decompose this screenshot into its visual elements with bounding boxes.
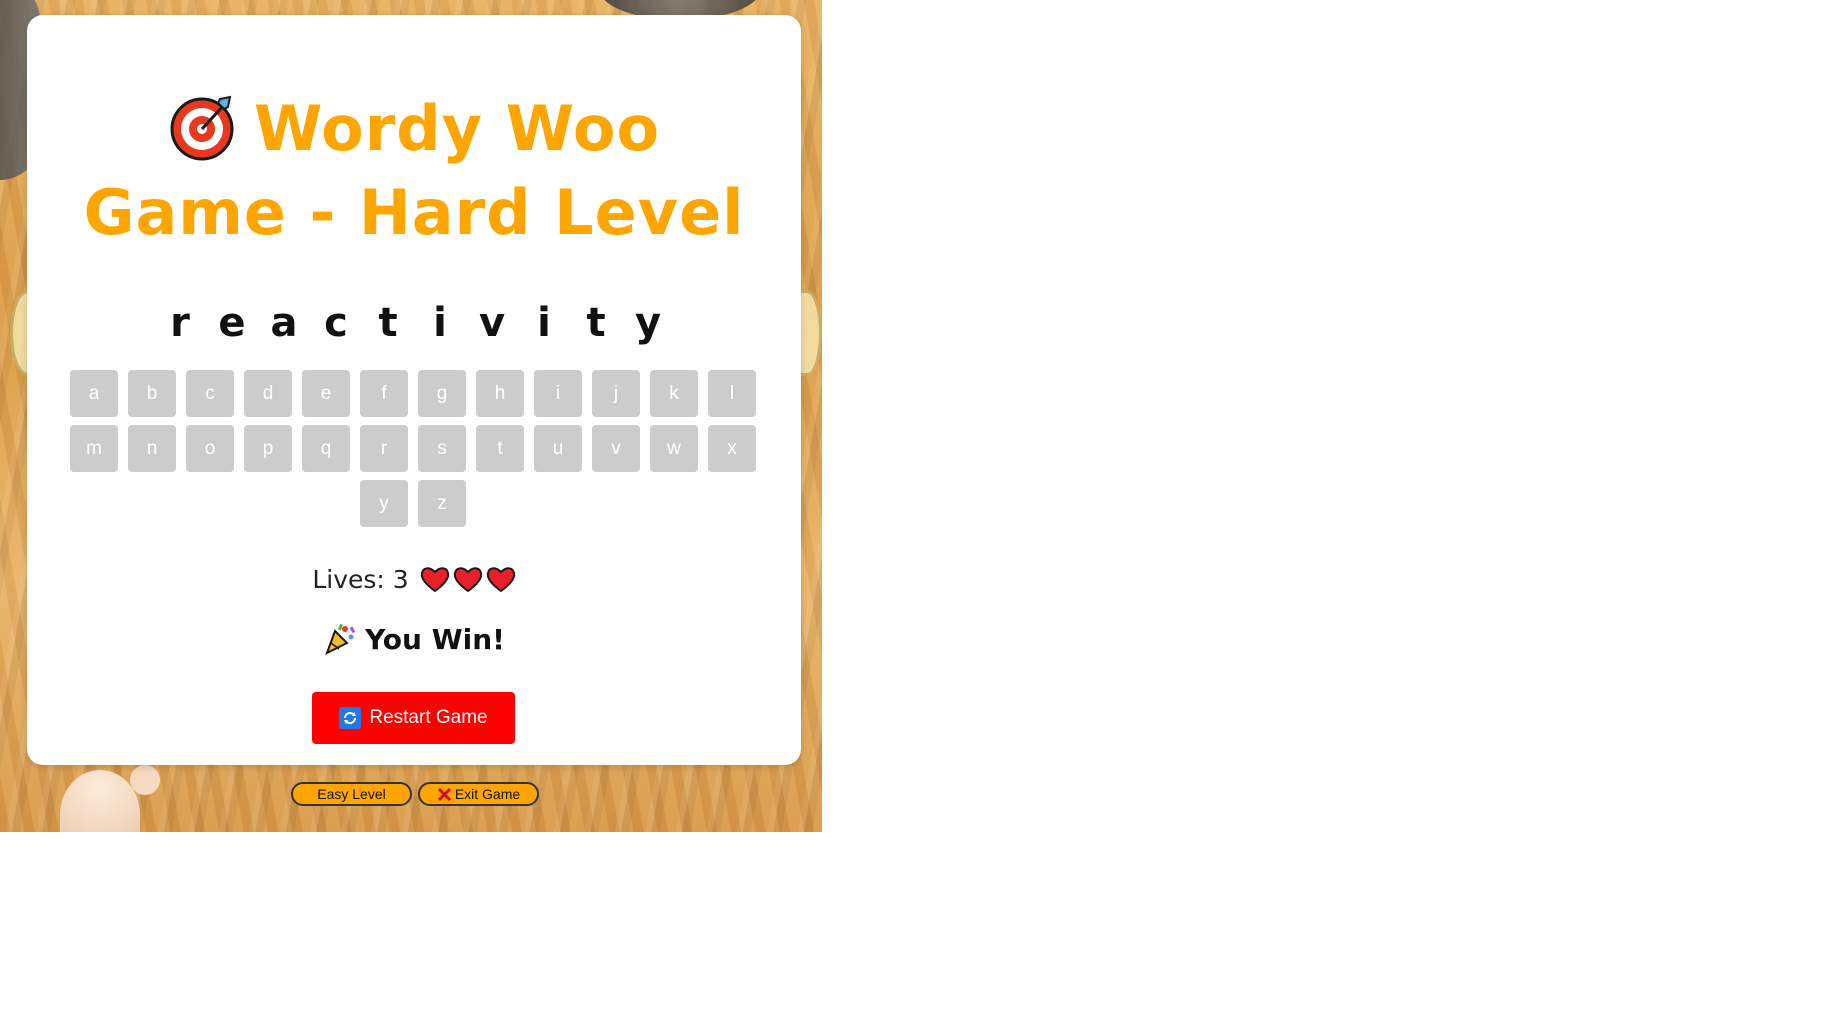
letter-key-k[interactable]: k — [650, 370, 698, 417]
letter-key-g[interactable]: g — [418, 370, 466, 417]
keyboard-row: abcdefghijkl — [70, 370, 756, 417]
letter-key-b[interactable]: b — [128, 370, 176, 417]
letter-key-t[interactable]: t — [476, 425, 524, 472]
decorative-shape — [60, 770, 140, 832]
party-popper-icon — [325, 623, 356, 655]
keyboard-row: mnopqrstuvwx — [70, 425, 756, 472]
letter-key-h[interactable]: h — [476, 370, 524, 417]
letter-key-w[interactable]: w — [650, 425, 698, 472]
game-background: Wordy Woo Game - Hard Level reactivity a… — [0, 0, 822, 832]
word-letter: a — [270, 300, 298, 346]
letter-key-u[interactable]: u — [534, 425, 582, 472]
letter-key-z[interactable]: z — [418, 480, 466, 527]
word-letter: i — [433, 300, 447, 346]
restart-label: Restart Game — [369, 707, 488, 728]
word-letter: y — [634, 300, 662, 346]
letter-key-x[interactable]: x — [708, 425, 756, 472]
exit-game-button[interactable]: Exit Game — [418, 782, 539, 806]
word-letter: c — [324, 300, 348, 346]
letter-key-q[interactable]: q — [302, 425, 350, 472]
letter-key-s[interactable]: s — [418, 425, 466, 472]
word-letter: t — [378, 300, 398, 346]
decorative-shape — [130, 765, 160, 795]
letter-key-y[interactable]: y — [360, 480, 408, 527]
refresh-icon — [339, 707, 362, 729]
exit-game-label: Exit Game — [454, 786, 521, 802]
letter-key-j[interactable]: j — [592, 370, 640, 417]
hearts-group — [417, 565, 516, 594]
target-icon — [170, 95, 234, 161]
keyboard-row: yz — [70, 480, 756, 527]
letter-key-v[interactable]: v — [592, 425, 640, 472]
heart-icon — [486, 567, 515, 593]
letter-key-p[interactable]: p — [244, 425, 292, 472]
heart-icon — [453, 567, 482, 593]
easy-level-button[interactable]: Easy Level — [291, 782, 412, 806]
game-card: Wordy Woo Game - Hard Level reactivity a… — [27, 15, 801, 765]
status-text: You Win! — [365, 623, 505, 656]
letter-key-c[interactable]: c — [186, 370, 234, 417]
heart-icon — [420, 567, 449, 593]
letter-key-n[interactable]: n — [128, 425, 176, 472]
cross-icon — [437, 787, 451, 801]
letter-key-e[interactable]: e — [302, 370, 350, 417]
lives-display: Lives: 3 — [27, 565, 801, 595]
letter-key-m[interactable]: m — [70, 425, 118, 472]
letter-key-o[interactable]: o — [186, 425, 234, 472]
word-display: reactivity — [27, 300, 801, 346]
letter-key-l[interactable]: l — [708, 370, 756, 417]
restart-button[interactable]: Restart Game — [312, 692, 515, 744]
letter-key-a[interactable]: a — [70, 370, 118, 417]
letter-key-i[interactable]: i — [534, 370, 582, 417]
letter-key-f[interactable]: f — [360, 370, 408, 417]
word-letter: i — [537, 300, 551, 346]
letter-key-d[interactable]: d — [244, 370, 292, 417]
letter-key-r[interactable]: r — [360, 425, 408, 472]
word-letter: r — [170, 300, 190, 346]
word-letter: e — [218, 300, 246, 346]
word-letter: t — [586, 300, 606, 346]
status-message: You Win! — [27, 623, 801, 658]
lives-label: Lives: 3 — [312, 565, 409, 594]
title-row: Wordy Woo Game - Hard Level — [27, 87, 801, 255]
letter-keyboard: abcdefghijkl mnopqrstuvwx yz — [70, 370, 756, 535]
word-letter: v — [478, 300, 506, 346]
page-title: Wordy Woo Game - Hard Level — [27, 87, 801, 255]
easy-level-label: Easy Level — [317, 786, 386, 802]
